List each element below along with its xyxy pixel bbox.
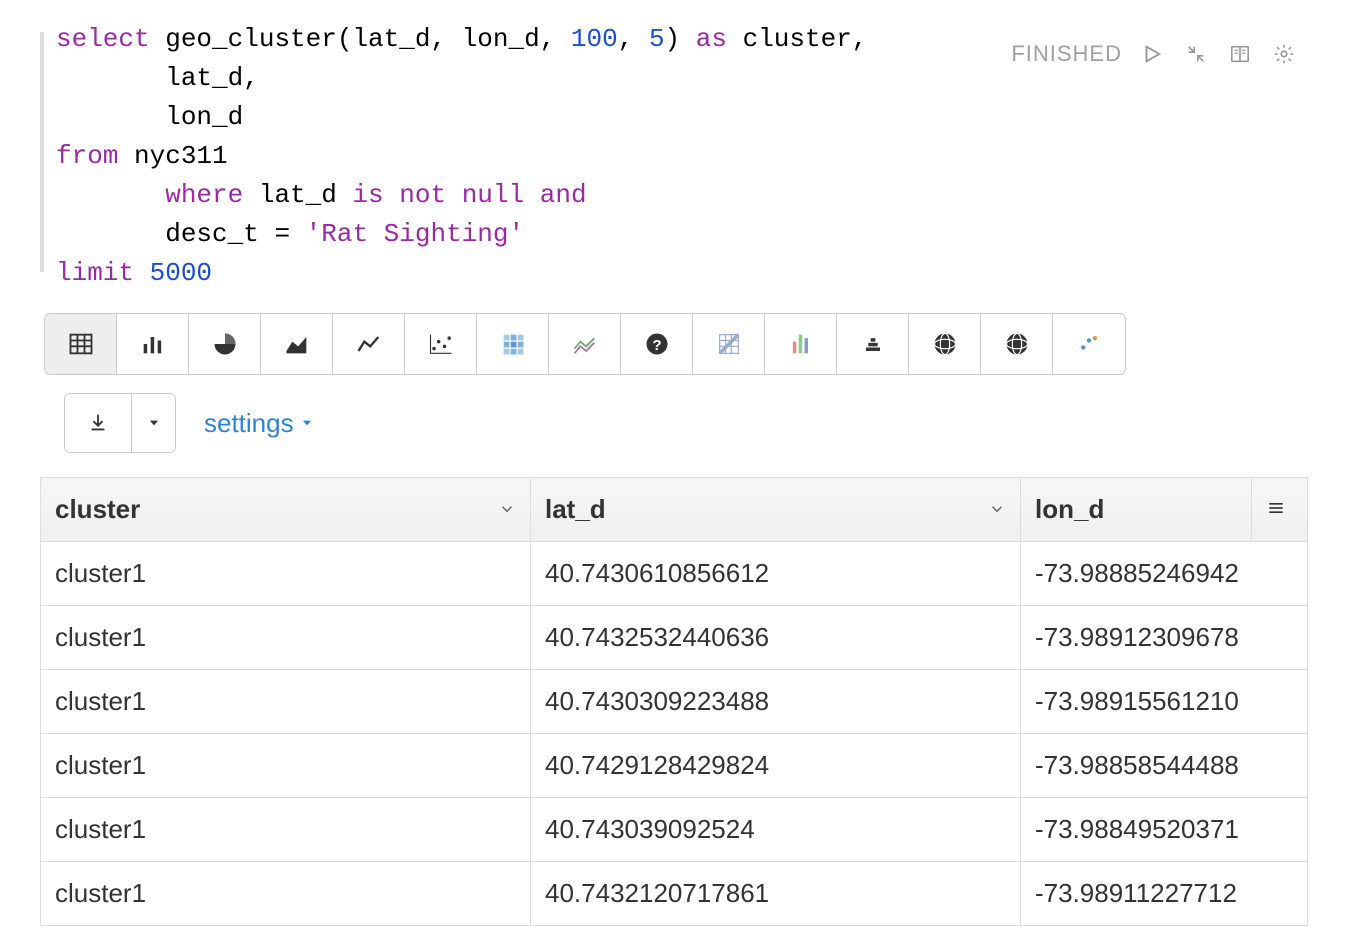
code-text: nyc311 xyxy=(118,141,227,171)
cell-cluster: cluster1 xyxy=(41,606,531,670)
kw-limit: limit xyxy=(56,258,134,288)
col-header-label: cluster xyxy=(55,494,140,525)
cell-lat: 40.7430610856612 xyxy=(531,542,1021,606)
code-str: 'Rat Sighting' xyxy=(306,219,524,249)
viz-toolbar: ? xyxy=(44,313,1126,375)
code-text: , xyxy=(618,24,649,54)
collapse-icon[interactable] xyxy=(1182,40,1210,68)
cell-status-toolbar: FINISHED xyxy=(1011,40,1298,68)
code-text xyxy=(384,180,400,210)
notebook-cell: FINISHED select xyxy=(0,0,1348,946)
code-text: lat_d, xyxy=(56,63,259,93)
status-label: FINISHED xyxy=(1011,41,1122,67)
cell-lon: -73.98858544488 xyxy=(1021,734,1308,798)
settings-link-label: settings xyxy=(204,408,294,439)
cell-lat: 40.7430309223488 xyxy=(531,670,1021,734)
run-icon[interactable] xyxy=(1138,40,1166,68)
kw-is: is xyxy=(352,180,383,210)
cell-lon: -73.98849520371 xyxy=(1021,798,1308,862)
kw-select: select xyxy=(56,24,150,54)
code-op: = xyxy=(274,219,290,249)
viz-area-icon[interactable] xyxy=(261,314,333,374)
cell-cluster: cluster1 xyxy=(41,670,531,734)
table-row[interactable]: cluster140.7429128429824-73.98858544488 xyxy=(41,734,1308,798)
book-icon[interactable] xyxy=(1226,40,1254,68)
results-controls: settings xyxy=(64,393,1308,453)
viz-dots-icon[interactable] xyxy=(1053,314,1125,374)
viz-stack-icon[interactable] xyxy=(837,314,909,374)
viz-multiline-icon[interactable] xyxy=(549,314,621,374)
code-num: 5 xyxy=(649,24,665,54)
code-text: desc_t xyxy=(56,219,274,249)
download-btn-group xyxy=(64,393,176,453)
cell-lat: 40.743039092524 xyxy=(531,798,1021,862)
viz-bar-icon[interactable] xyxy=(117,314,189,374)
results-table: cluster lat_d xyxy=(40,477,1308,926)
kw-null: null xyxy=(462,180,524,210)
code-text xyxy=(524,180,540,210)
code-gutter xyxy=(40,32,44,272)
viz-help-icon[interactable]: ? xyxy=(621,314,693,374)
download-dropdown[interactable] xyxy=(131,394,175,452)
cell-lon: -73.98912309678 xyxy=(1021,606,1308,670)
viz-line-icon[interactable] xyxy=(333,314,405,374)
cell-cluster: cluster1 xyxy=(41,734,531,798)
viz-scatter-icon[interactable] xyxy=(405,314,477,374)
viz-globe2-icon[interactable] xyxy=(981,314,1053,374)
cell-lon: -73.98915561210 xyxy=(1021,670,1308,734)
gear-icon[interactable] xyxy=(1270,40,1298,68)
code-text xyxy=(56,180,165,210)
kw-where: where xyxy=(165,180,243,210)
cell-lat: 40.7432532440636 xyxy=(531,606,1021,670)
viz-grid-icon[interactable] xyxy=(693,314,765,374)
chevron-down-icon[interactable] xyxy=(988,494,1006,525)
viz-heatmap-icon[interactable] xyxy=(477,314,549,374)
table-row[interactable]: cluster140.743039092524-73.98849520371 xyxy=(41,798,1308,862)
table-header-row: cluster lat_d xyxy=(41,478,1308,542)
cell-lat: 40.7429128429824 xyxy=(531,734,1021,798)
col-header-lat[interactable]: lat_d xyxy=(531,478,1021,542)
kw-from: from xyxy=(56,141,118,171)
cell-lat: 40.7432120717861 xyxy=(531,862,1021,926)
cell-cluster: cluster1 xyxy=(41,862,531,926)
code-text: geo_cluster(lat_d, lon_d, xyxy=(150,24,571,54)
code-text: cluster, xyxy=(727,24,867,54)
kw-and: and xyxy=(540,180,587,210)
table-menu-button[interactable] xyxy=(1252,478,1308,542)
code-text: lat_d xyxy=(243,180,352,210)
col-header-lon[interactable]: lon_d xyxy=(1021,478,1252,542)
code-num: 5000 xyxy=(150,258,212,288)
viz-globe1-icon[interactable] xyxy=(909,314,981,374)
table-row[interactable]: cluster140.7432120717861-73.98911227712 xyxy=(41,862,1308,926)
code-num: 100 xyxy=(571,24,618,54)
table-row[interactable]: cluster140.7430309223488-73.98915561210 xyxy=(41,670,1308,734)
code-text xyxy=(446,180,462,210)
viz-pie-icon[interactable] xyxy=(189,314,261,374)
col-header-label: lat_d xyxy=(545,494,606,525)
table-row[interactable]: cluster140.7432532440636-73.98912309678 xyxy=(41,606,1308,670)
settings-link[interactable]: settings xyxy=(204,408,314,439)
cell-cluster: cluster1 xyxy=(41,798,531,862)
cell-lon: -73.98911227712 xyxy=(1021,862,1308,926)
kw-not: not xyxy=(399,180,446,210)
kw-as: as xyxy=(696,24,727,54)
download-button[interactable] xyxy=(65,394,131,452)
col-header-label: lon_d xyxy=(1035,494,1104,525)
viz-table-icon[interactable] xyxy=(45,314,117,374)
chevron-down-icon[interactable] xyxy=(498,494,516,525)
code-text xyxy=(134,258,150,288)
cell-cluster: cluster1 xyxy=(41,542,531,606)
code-text xyxy=(290,219,306,249)
code-text: lon_d xyxy=(56,102,243,132)
col-header-cluster[interactable]: cluster xyxy=(41,478,531,542)
table-row[interactable]: cluster140.7430610856612-73.98885246942 xyxy=(41,542,1308,606)
svg-text:?: ? xyxy=(652,337,661,354)
viz-colorbar-icon[interactable] xyxy=(765,314,837,374)
cell-lon: -73.98885246942 xyxy=(1021,542,1308,606)
code-text: ) xyxy=(665,24,696,54)
